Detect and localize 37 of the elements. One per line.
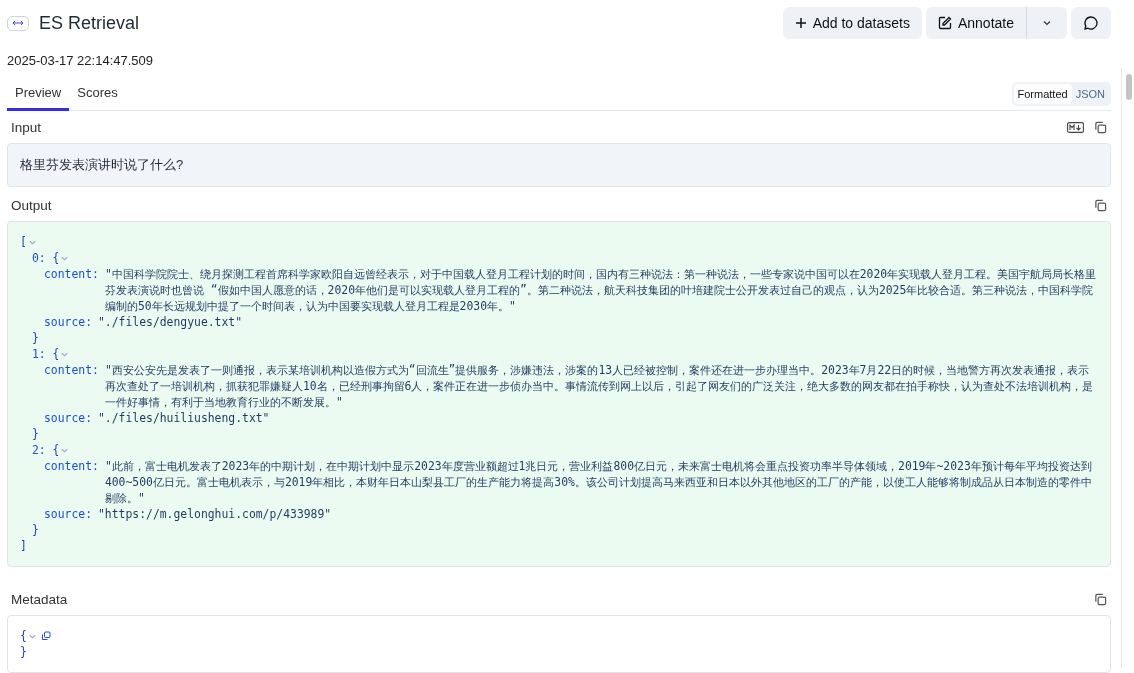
json-bracket: { bbox=[52, 346, 60, 362]
json-bracket: ] bbox=[20, 538, 27, 554]
json-bracket: } bbox=[32, 426, 39, 442]
annotate-button[interactable]: Annotate bbox=[925, 7, 1027, 39]
json-bracket: } bbox=[20, 644, 27, 660]
json-bracket: } bbox=[32, 330, 39, 346]
json-key: 0: bbox=[32, 250, 46, 266]
section-label: Input bbox=[11, 119, 43, 135]
json-key: 1: bbox=[32, 346, 46, 362]
section-label: Metadata bbox=[11, 591, 69, 607]
json-bracket: { bbox=[20, 628, 27, 644]
json-key: content: bbox=[44, 266, 99, 314]
timestamp: 2025-03-17 22:14:47.509 bbox=[7, 53, 154, 68]
json-value: "此前，富士电机发表了2023年的中期计划，在中期计划中显示2023年度营业额超过1兆日元，营业利益800亿日元，未来富士电机将会重点投资功率半导体领域，2019年~2023年预计每年平均投资达到400~500亿日元。富士电机表示，与2019年相比，本财年日本山梨县工厂的生产能力将提高30%。该公司计划提高马来西亚和日本以外其他地区的工厂的产能，以使工人能够将制成品从日本制造的零件中剔除。" bbox=[104, 458, 1093, 506]
json-key: content: bbox=[44, 458, 99, 506]
page-title: ES Retrieval bbox=[39, 12, 141, 34]
json-key: 2: bbox=[32, 442, 46, 458]
json-bracket: [ bbox=[20, 234, 27, 250]
json-bracket: { bbox=[52, 250, 60, 266]
json-value: "./files/huiliusheng.txt" bbox=[98, 410, 270, 426]
json-value: "./files/dengyue.txt" bbox=[98, 314, 243, 330]
toggle-option[interactable]: Formatted bbox=[1013, 84, 1072, 104]
json-bracket: } bbox=[32, 522, 39, 538]
json-bracket: { bbox=[52, 442, 60, 458]
input-text: 格里芬发表演讲时说了什么? bbox=[7, 143, 1111, 187]
add-to-datasets-button[interactable]: Add to datasets bbox=[782, 7, 922, 39]
json-value: "西安公安先是发表了一则通报，表示某培训机构以造假方式为“回流生”提供服务，涉嫌违法，涉案的13人已经被控制，案件还在进一步办理当中。2023年7月22日的时候，当地警方再次发表通报，表示再次查处了一培训机构，抓获犯罪嫌疑人10名，已经刑事拘留6人，案件正在进一步侦办当中。事情流传到网上以后，引起了网友们的广泛关注，绝大多数的网友都在拍手称快，认为查处不法培训机构，是一件好事情，有利于当地教育行业的不断发展。" bbox=[104, 362, 1095, 410]
tab[interactable]: Preview bbox=[7, 85, 70, 111]
json-key: source: bbox=[44, 506, 92, 522]
json-value: "https://m.gelonghui.com/p/433989" bbox=[98, 506, 332, 522]
toggle-option[interactable]: JSON bbox=[1071, 84, 1109, 104]
json-key: content: bbox=[44, 362, 99, 410]
section-label: Output bbox=[11, 197, 53, 213]
json-key: source: bbox=[44, 410, 92, 426]
json-value: "中国科学院院士、绕月探测工程首席科学家欧阳自远曾经表示，对于中国载人登月工程计划的时间，国内有三种说法：第一种说法，一些专家说中国可以在2020年实现载人登月工程。美国宇航局局长格里芬发表演说时也曾说 “假如中国人愿意的话，2020年他们是可以实现载人登月工程的”。第二种说法，航天科技集团的叶培建院士公开发表过自己的观点，认为2025年比较合适。第三种说法，中国科学院编制的50年长远规划中提了一个时间表，认为中国要实现载人登月工程是2030年。" bbox=[104, 266, 1098, 314]
tab[interactable]: Scores bbox=[69, 85, 126, 111]
json-key: source: bbox=[44, 314, 92, 330]
